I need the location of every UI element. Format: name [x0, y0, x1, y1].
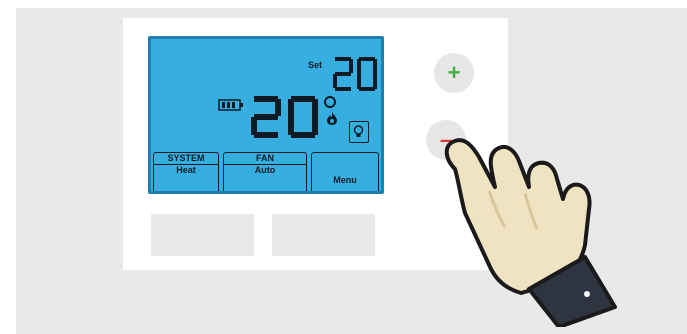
mode-tabs: SYSTEM Heat FAN Auto Menu [151, 152, 381, 191]
system-label: SYSTEM [154, 153, 218, 165]
set-temperature-display [333, 57, 377, 91]
lower-right-button[interactable] [272, 214, 375, 256]
plus-label: + [447, 60, 461, 85]
menu-button[interactable]: Menu [311, 152, 379, 191]
fan-mode-button[interactable]: FAN Auto [223, 152, 307, 191]
flame-icon [327, 111, 337, 125]
menu-label: Menu [333, 175, 357, 185]
lcd-screen: Set SYSTEM Heat FAN Auto Menu [148, 36, 384, 194]
set-label: Set [308, 60, 323, 70]
system-mode-button[interactable]: SYSTEM Heat [153, 152, 219, 191]
fan-label: FAN [224, 153, 306, 165]
current-temperature-display [251, 96, 318, 138]
increase-temperature-button[interactable]: + [434, 53, 474, 93]
system-value: Heat [176, 165, 196, 175]
pointing-hand-icon [444, 138, 617, 327]
fan-value: Auto [254, 165, 276, 175]
battery-icon [218, 99, 243, 111]
lower-left-button[interactable] [151, 214, 254, 256]
light-button[interactable] [349, 121, 369, 143]
degree-symbol [324, 96, 336, 108]
bulb-icon [353, 125, 364, 137]
